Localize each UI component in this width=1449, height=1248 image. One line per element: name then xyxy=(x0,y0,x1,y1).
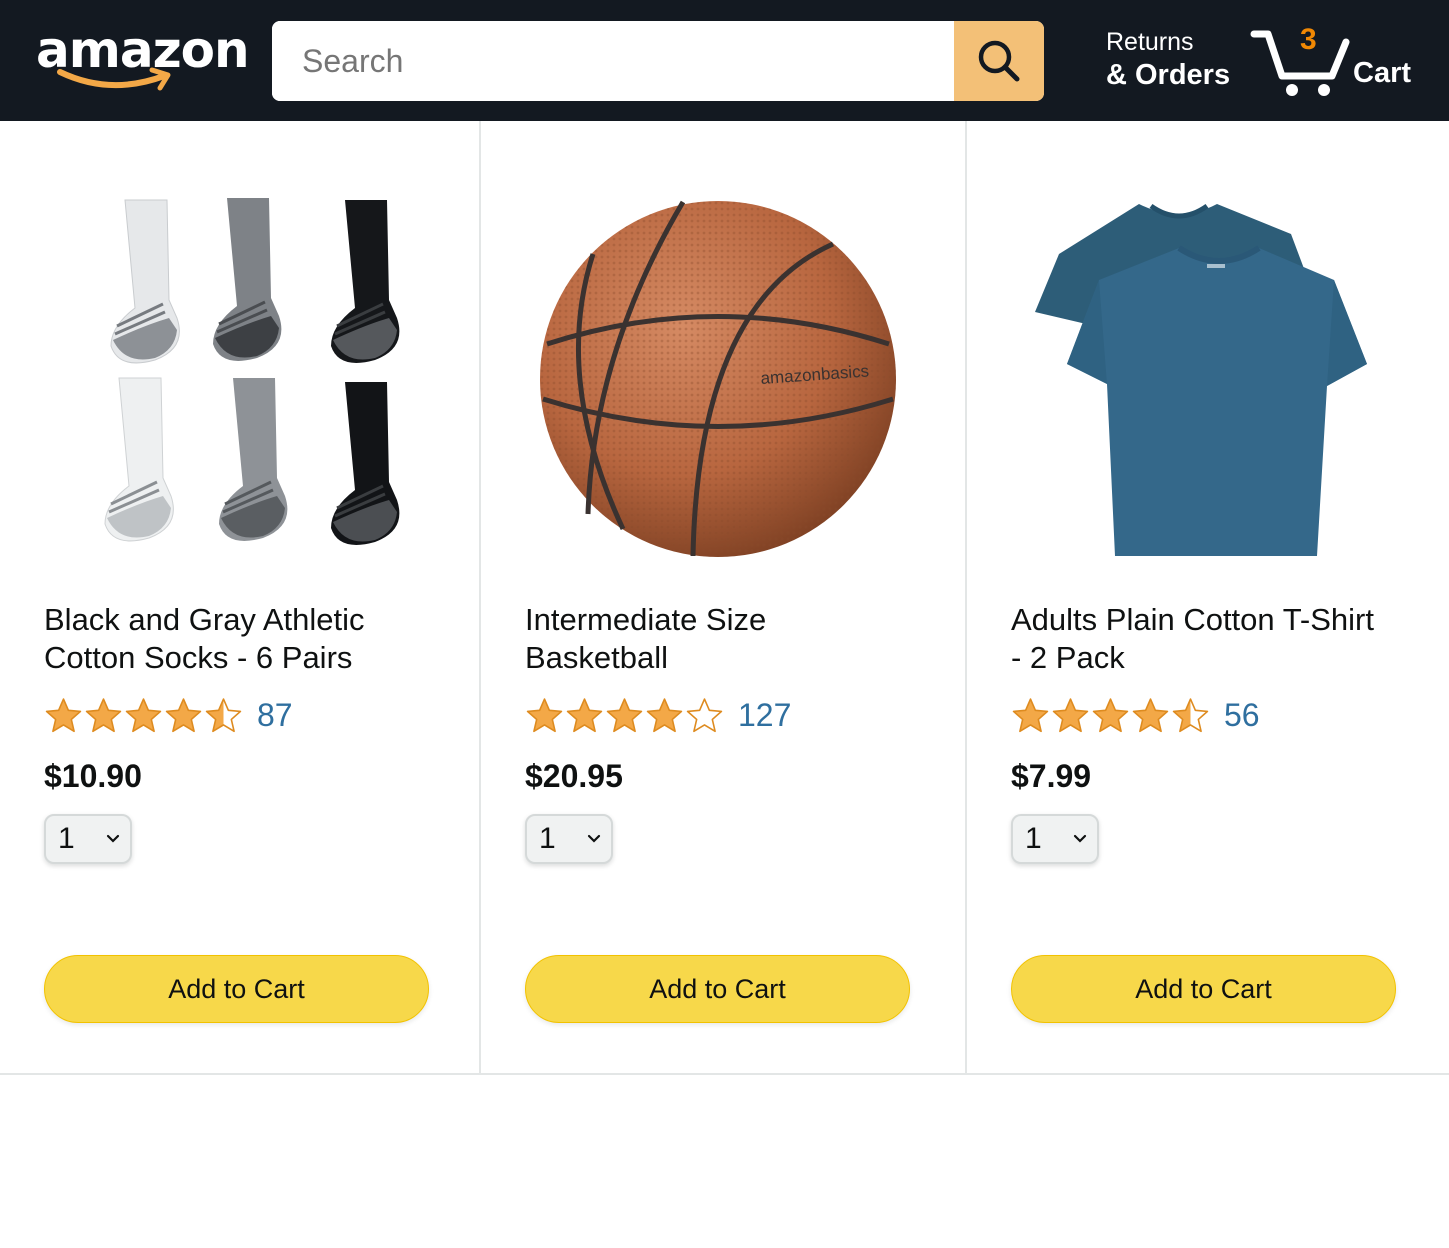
rating-stars xyxy=(525,697,724,733)
product-rating[interactable]: 87 xyxy=(44,695,293,735)
returns-and-orders-link[interactable]: Returns & Orders xyxy=(1106,26,1230,92)
top-nav-bar: amazon Returns & Orders 3 Cart xyxy=(0,0,1449,121)
quantity-value: 1 xyxy=(58,822,75,855)
product-price: $10.90 xyxy=(44,758,142,794)
star-full-icon xyxy=(566,698,603,733)
logo-smile-icon xyxy=(57,67,171,91)
socks-image[interactable] xyxy=(44,179,430,579)
amazon-logo[interactable]: amazon xyxy=(36,22,250,102)
star-full-icon xyxy=(45,698,82,733)
tshirt-image[interactable] xyxy=(1011,179,1397,579)
rating-count-link[interactable]: 127 xyxy=(738,695,791,735)
star-empty-icon xyxy=(686,698,723,733)
orders-label: & Orders xyxy=(1106,59,1231,91)
rating-count-link[interactable]: 56 xyxy=(1224,695,1260,735)
product-grid: Black and Gray Athletic Cotton Socks - 6… xyxy=(0,121,1449,1075)
star-full-icon xyxy=(606,698,643,733)
star-full-icon xyxy=(165,698,202,733)
star-half-icon xyxy=(205,698,242,733)
product-name[interactable]: Intermediate Size Basketball xyxy=(525,601,905,677)
product-card: Adults Plain Cotton T-Shirt - 2 Pack 56 … xyxy=(967,121,1449,1073)
search-icon xyxy=(978,40,1020,82)
quantity-select[interactable]: 1 xyxy=(525,814,613,864)
product-rating[interactable]: 127 xyxy=(525,695,791,735)
cart-label: Cart xyxy=(1353,57,1412,89)
rating-count-link[interactable]: 87 xyxy=(257,695,293,735)
product-card: amazonbasics Intermediate Size Basketbal… xyxy=(481,121,967,1073)
product-card: Black and Gray Athletic Cotton Socks - 6… xyxy=(0,121,481,1073)
cart-count-badge: 3 xyxy=(1300,23,1317,56)
quantity-value: 1 xyxy=(539,822,556,855)
star-full-icon xyxy=(1132,698,1169,733)
quantity-select[interactable]: 1 xyxy=(1011,814,1099,864)
rating-stars xyxy=(1011,697,1210,733)
star-full-icon xyxy=(526,698,563,733)
rating-stars xyxy=(44,697,243,733)
add-to-cart-button[interactable]: Add to Cart xyxy=(1011,955,1396,1023)
add-to-cart-button[interactable]: Add to Cart xyxy=(525,955,910,1023)
chevron-down-icon xyxy=(1073,834,1087,843)
search-input[interactable] xyxy=(272,21,954,101)
star-full-icon xyxy=(85,698,122,733)
chevron-down-icon xyxy=(587,834,601,843)
product-price: $20.95 xyxy=(525,758,623,794)
star-full-icon xyxy=(1092,698,1129,733)
search-bar xyxy=(272,21,1044,101)
product-rating[interactable]: 56 xyxy=(1011,695,1260,735)
add-to-cart-button[interactable]: Add to Cart xyxy=(44,955,429,1023)
quantity-value: 1 xyxy=(1025,822,1042,855)
star-full-icon xyxy=(125,698,162,733)
chevron-down-icon xyxy=(106,834,120,843)
product-name[interactable]: Black and Gray Athletic Cotton Socks - 6… xyxy=(44,601,424,677)
star-half-icon xyxy=(1172,698,1209,733)
product-price: $7.99 xyxy=(1011,758,1092,794)
star-full-icon xyxy=(1012,698,1049,733)
basketball-image[interactable]: amazonbasics xyxy=(525,179,911,579)
star-full-icon xyxy=(646,698,683,733)
quantity-select[interactable]: 1 xyxy=(44,814,132,864)
product-name[interactable]: Adults Plain Cotton T-Shirt - 2 Pack xyxy=(1011,601,1391,677)
returns-label: Returns xyxy=(1106,28,1194,56)
star-full-icon xyxy=(1052,698,1089,733)
search-button[interactable] xyxy=(954,21,1044,101)
